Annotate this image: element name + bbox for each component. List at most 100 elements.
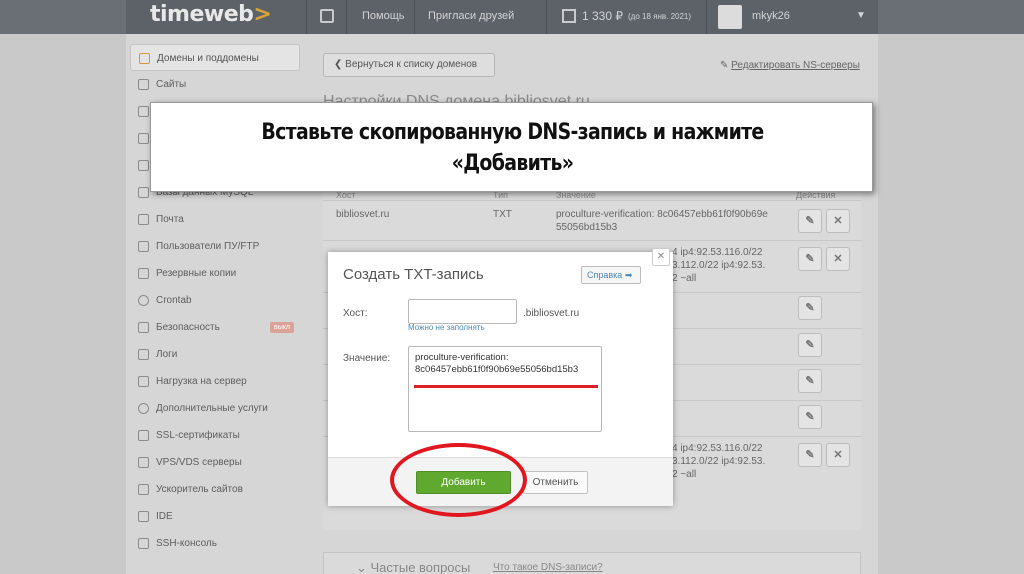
edit-record-button[interactable]: ✎ — [798, 296, 822, 320]
sidebar-item-crontab[interactable]: Crontab — [130, 287, 300, 314]
edit-record-button[interactable]: ✎ — [798, 247, 822, 271]
sidebar-item-security[interactable]: Безопасность выкл — [130, 314, 300, 341]
username[interactable]: mkyk26 — [752, 10, 790, 22]
delete-record-button[interactable]: ✕ — [826, 247, 850, 271]
sidebar-item-vps[interactable]: VPS/VDS серверы — [130, 449, 300, 476]
host-hint: Можно не заполнять — [408, 323, 485, 332]
faq-title: ⌄ Частые вопросы — [356, 560, 470, 574]
sidebar-item-ssh[interactable]: SSH-консоль — [130, 530, 300, 557]
sidebar-item-accelerator[interactable]: Ускоритель сайтов — [130, 476, 300, 503]
status-badge: выкл — [270, 322, 294, 333]
domains-icon — [139, 53, 150, 64]
sidebar-item-domains[interactable]: Домены и поддомены — [130, 44, 300, 71]
faq-title-text: Частые вопросы — [370, 560, 471, 574]
sidebar-item-label: Crontab — [156, 295, 192, 306]
row-type: TXT — [493, 209, 512, 220]
arrow-right-icon: ➡ — [624, 270, 633, 280]
close-icon: ✕ — [833, 215, 843, 227]
instruction-banner: Вставьте скопированную DNS-запись и нажм… — [150, 102, 873, 192]
wallet-icon — [562, 9, 576, 23]
close-icon: ✕ — [833, 449, 843, 461]
edit-ns-link[interactable]: ✎ Редактировать NS-серверы — [720, 60, 860, 71]
sidebar-item-label: Безопасность — [156, 322, 220, 333]
plus-circle-icon — [138, 403, 149, 414]
avatar[interactable] — [718, 5, 742, 29]
help-button[interactable]: Справка ➡ — [581, 266, 641, 284]
faq-link[interactable]: Что такое DNS-записи? — [493, 562, 603, 573]
sidebar-item-label: Почта — [156, 214, 184, 225]
delete-record-button[interactable]: ✕ — [826, 209, 850, 233]
pencil-icon: ✎ — [805, 253, 815, 265]
sites-icon — [138, 79, 149, 90]
back-to-domains-button[interactable]: ❮ Вернуться к списку доменов — [323, 53, 495, 77]
mail-icon — [138, 214, 149, 225]
row-value-line3: 2 ~all — [672, 273, 697, 284]
pencil-icon: ✎ — [805, 302, 815, 314]
back-button-label: Вернуться к списку доменов — [345, 59, 478, 70]
sidebar-item-sites[interactable]: Сайты — [130, 71, 300, 98]
instruction-line-2: «Добавить» — [451, 151, 574, 176]
pencil-icon: ✎ — [720, 60, 732, 71]
host-input[interactable] — [408, 299, 517, 324]
row-value-line3: 2 ~all — [672, 469, 697, 480]
invite-friends-link[interactable]: Пригласи друзей — [428, 10, 514, 22]
highlight-ring — [390, 443, 527, 517]
sidebar-item-ftp-users[interactable]: Пользователи ПУ/FTP — [130, 233, 300, 260]
stats-icon — [138, 106, 149, 117]
value-textarea[interactable]: proculture-verification: 8c06457ebb61f0f… — [408, 346, 602, 432]
sidebar-item-label: Ускоритель сайтов — [156, 484, 243, 495]
sidebar-item-backups[interactable]: Резервные копии — [130, 260, 300, 287]
pencil-icon: ✎ — [805, 375, 815, 387]
bar-chart-icon — [138, 376, 149, 387]
instruction-line-1: Вставьте скопированную DNS-запись и нажм… — [261, 120, 764, 145]
modal-title: Создать TXT-запись — [343, 266, 484, 283]
host-label: Хост: — [343, 308, 368, 319]
delete-record-button[interactable]: ✕ — [826, 443, 850, 467]
users-icon — [138, 241, 149, 252]
edit-record-button[interactable]: ✎ — [798, 333, 822, 357]
sidebar-item-label: Пользователи ПУ/FTP — [156, 241, 260, 252]
row-value-line1: 4 ip4:92.53.116.0/22 — [672, 443, 763, 454]
rocket-icon — [138, 484, 149, 495]
edit-record-button[interactable]: ✎ — [798, 405, 822, 429]
topbar-divider — [306, 0, 307, 34]
edit-record-button[interactable]: ✎ — [798, 443, 822, 467]
topbar-divider — [706, 0, 707, 34]
files-icon — [138, 133, 149, 144]
dashboard-icon[interactable] — [320, 9, 334, 23]
row-value-line2: 55056bd15b3 — [556, 222, 618, 233]
help-button-label: Справка — [587, 270, 623, 280]
domain-suffix: .bibliosvet.ru — [523, 308, 580, 319]
row-value-line2: 3.112.0/22 ip4:92.53. — [672, 260, 766, 271]
close-icon: ✕ — [833, 253, 843, 265]
sidebar-item-label: VPS/VDS серверы — [156, 457, 242, 468]
sidebar-item-label: Сайты — [156, 79, 187, 90]
code-icon — [138, 511, 149, 522]
certificate-icon — [138, 430, 149, 441]
close-icon[interactable]: ✕ — [652, 248, 670, 266]
sidebar-item-ide[interactable]: IDE — [130, 503, 300, 530]
balance-value: 1 330 — [582, 9, 613, 23]
timeweb-logo[interactable]: timeweb> — [150, 2, 272, 27]
sidebar-item-mail[interactable]: Почта — [130, 206, 300, 233]
pencil-icon: ✎ — [805, 215, 815, 227]
balance-amount[interactable]: 1 330 ₽ — [582, 9, 623, 23]
sidebar-item-label: Домены и поддомены — [157, 53, 259, 64]
sidebar-item-ssl[interactable]: SSL-сертификаты — [130, 422, 300, 449]
row-host: bibliosvet.ru — [336, 209, 390, 220]
topbar-divider — [414, 0, 415, 34]
edit-record-button[interactable]: ✎ — [798, 209, 822, 233]
topbar-divider — [546, 0, 547, 34]
sidebar-item-server-load[interactable]: Нагрузка на сервер — [130, 368, 300, 395]
sidebar-item-extra-services[interactable]: Дополнительные услуги — [130, 395, 300, 422]
pencil-icon: ✎ — [805, 449, 815, 461]
sidebar-item-label: IDE — [156, 511, 173, 522]
cancel-button[interactable]: Отменить — [523, 471, 588, 494]
shield-icon — [138, 322, 149, 333]
edit-record-button[interactable]: ✎ — [798, 369, 822, 393]
currency-symbol: ₽ — [615, 9, 624, 23]
folder-icon — [138, 160, 149, 171]
chevron-down-icon[interactable]: ▼ — [856, 10, 866, 21]
help-link[interactable]: Помощь — [362, 10, 405, 22]
sidebar-item-logs[interactable]: Логи — [130, 341, 300, 368]
